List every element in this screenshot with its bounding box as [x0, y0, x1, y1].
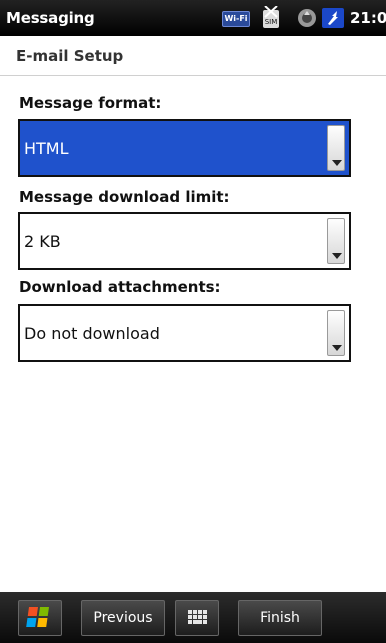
message-format-dropdown-button[interactable]	[327, 125, 345, 171]
power-icon[interactable]	[322, 8, 344, 28]
message-format-select[interactable]: HTML	[18, 119, 351, 177]
bottom-bar: Previous Finish	[0, 592, 386, 643]
clock[interactable]: 21:06	[350, 9, 386, 27]
message-format-label: Message format:	[19, 94, 162, 112]
download-limit-label: Message download limit:	[19, 188, 230, 206]
windows-start-icon	[26, 607, 49, 627]
page-header: E-mail Setup	[0, 36, 386, 76]
chevron-down-icon	[332, 345, 342, 351]
download-attachments-select[interactable]: Do not download	[18, 304, 351, 362]
chevron-down-icon	[332, 160, 342, 166]
wifi-icon[interactable]: Wi-Fi	[222, 11, 250, 27]
download-limit-dropdown-button[interactable]	[327, 218, 345, 264]
app-title: Messaging	[6, 9, 95, 27]
message-format-value: HTML	[24, 139, 69, 158]
download-limit-value: 2 KB	[24, 232, 61, 251]
finish-button[interactable]: Finish	[238, 600, 322, 636]
previous-button[interactable]: Previous	[81, 600, 165, 636]
page-title: E-mail Setup	[16, 47, 124, 65]
download-attachments-value: Do not download	[24, 324, 160, 343]
no-sim-icon[interactable]: SIM	[258, 5, 284, 30]
download-attachments-label: Download attachments:	[19, 278, 221, 296]
download-attachments-dropdown-button[interactable]	[327, 310, 345, 356]
sync-icon[interactable]	[294, 6, 320, 30]
chevron-down-icon	[332, 253, 342, 259]
keyboard-icon	[188, 610, 207, 624]
svg-text:SIM: SIM	[265, 18, 278, 26]
download-limit-select[interactable]: 2 KB	[18, 212, 351, 270]
windows-start-button[interactable]	[18, 600, 62, 636]
status-bar: Messaging Wi-Fi SIM 21:06	[0, 0, 386, 36]
keyboard-button[interactable]	[175, 600, 219, 636]
